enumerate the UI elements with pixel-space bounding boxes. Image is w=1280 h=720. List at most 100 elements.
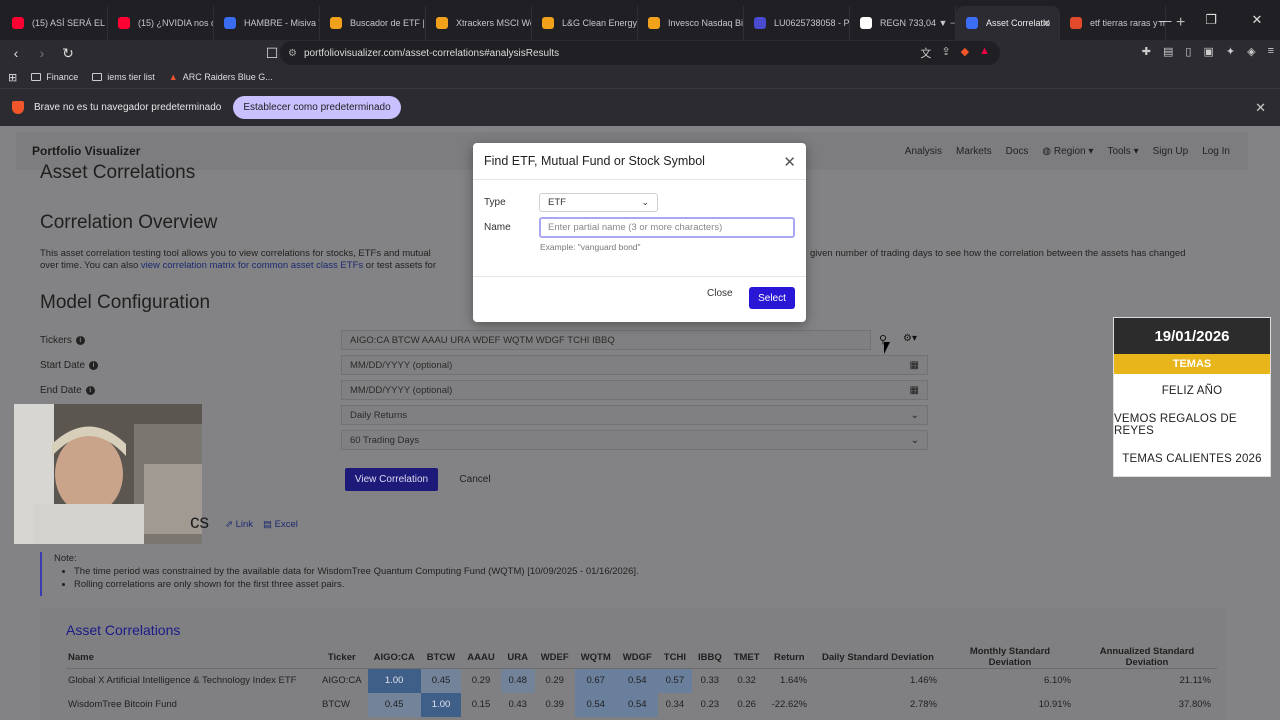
browser-tab[interactable]: Invesco Nasdaq Bio xyxy=(638,6,744,40)
returns-select[interactable]: Daily Returns ⌄ xyxy=(341,405,928,425)
value-cell: 0.34 xyxy=(665,699,685,710)
column-header[interactable]: BTCW xyxy=(420,646,462,669)
url-actions: 文 ⇪ ◆ ▲ xyxy=(920,45,990,61)
column-header[interactable]: Ticker xyxy=(316,646,368,669)
view-correlation-button[interactable]: View Correlation xyxy=(345,468,438,491)
nav-login[interactable]: Log In xyxy=(1202,146,1230,157)
value-cell: 6.10% xyxy=(1044,675,1071,687)
column-header[interactable]: TMET xyxy=(727,646,766,669)
menu-icon[interactable]: ≡ xyxy=(1268,45,1274,58)
ticker-settings-icon[interactable]: ⚙▾ xyxy=(903,333,917,344)
browser-tab[interactable]: (15) ¿NVIDIA nos de xyxy=(108,6,214,40)
window-select[interactable]: 60 Trading Days ⌄ xyxy=(341,430,928,450)
value-cell: 0.33 xyxy=(700,675,720,687)
leo-ai-icon[interactable]: ✦ xyxy=(1226,45,1235,58)
site-brand[interactable]: Portfolio Visualizer xyxy=(32,144,140,158)
column-header[interactable]: AIGO:CA xyxy=(367,646,421,669)
column-header[interactable]: WDEF xyxy=(534,646,575,669)
calendar-icon[interactable]: ▦ xyxy=(910,385,919,396)
column-header[interactable]: Return xyxy=(765,646,813,669)
restore-icon[interactable]: ❐ xyxy=(1188,0,1234,40)
browser-tab[interactable]: REGN 733,04 ▼ −1. xyxy=(850,6,956,40)
name-search-input[interactable]: Enter partial name (3 or more characters… xyxy=(539,217,795,238)
sidebar-icon[interactable]: ▯ xyxy=(1185,45,1191,58)
name-example: Example: "vanguard bond" xyxy=(540,242,641,252)
start-date-input[interactable]: MM/DD/YYYY (optional) ▦ xyxy=(341,355,928,375)
cancel-button[interactable]: Cancel xyxy=(452,468,498,491)
table-row: WisdomTree Bitcoin Fund BTCW 0.45 1.00 0.15 0… xyxy=(66,692,1217,717)
tickers-value: AIGO:CA BTCW AAAU URA WDEF WQTM WDGF TCH… xyxy=(350,334,615,346)
nav-tools-label: Tools xyxy=(1107,145,1131,157)
reload-icon[interactable]: ↻ xyxy=(58,45,78,62)
tab-search-icon[interactable]: ▤ xyxy=(1163,45,1173,58)
info-icon[interactable]: i xyxy=(89,361,99,370)
bookmark-arc-raiders[interactable]: ▲ ARC Raiders Blue G... xyxy=(169,72,273,82)
column-header[interactable]: IBBQ xyxy=(691,646,728,669)
column-header[interactable]: AAAU xyxy=(461,646,501,669)
end-date-input[interactable]: MM/DD/YYYY (optional) ▦ xyxy=(341,380,928,400)
browser-tab[interactable]: Xtrackers MSCI Wor xyxy=(426,6,532,40)
excel-button[interactable]: ▤ Excel xyxy=(263,519,298,530)
browser-tab[interactable]: LU0625738058 - Pic xyxy=(744,6,850,40)
tab-close-icon[interactable]: ✕ xyxy=(1042,17,1051,30)
minimize-icon[interactable]: — xyxy=(1142,0,1188,40)
browser-tab[interactable]: HAMBRE - Misiva V xyxy=(214,6,320,40)
nav-docs[interactable]: Docs xyxy=(1006,146,1029,157)
browser-tab[interactable]: Buscador de ETF | ju xyxy=(320,6,426,40)
column-header[interactable]: Monthly Standard Deviation xyxy=(942,646,1077,669)
tab-favicon-icon xyxy=(542,17,554,29)
nav-signup[interactable]: Sign Up xyxy=(1153,146,1189,157)
browser-tab[interactable]: (15) ASÍ SERÁ EL MU xyxy=(2,6,108,40)
brave-logo-icon xyxy=(12,101,24,114)
nav-tools[interactable]: Tools ▾ xyxy=(1107,146,1138,157)
column-header[interactable]: Name xyxy=(66,646,316,669)
tab-favicon-icon xyxy=(12,17,24,29)
value-cell: 0.48 xyxy=(500,668,535,693)
modal-select-button[interactable]: Select xyxy=(749,287,795,309)
url-field[interactable]: ⚙ portfoliovisualizer.com/asset-correlat… xyxy=(280,41,1000,65)
type-select[interactable]: ETF ⌄ xyxy=(539,193,658,212)
set-default-button[interactable]: Establecer como predeterminado xyxy=(233,96,401,119)
column-header[interactable]: WQTM xyxy=(574,646,617,669)
bookmark-iems[interactable]: iems tier list xyxy=(92,72,155,82)
vpn-icon[interactable]: ◈ xyxy=(1247,45,1255,58)
column-header[interactable]: WDGF xyxy=(616,646,658,669)
asset-name-cell[interactable]: WisdomTree Bitcoin Fund xyxy=(66,693,316,717)
nav-region[interactable]: ◍ Region ▾ xyxy=(1042,146,1093,157)
asset-name-cell[interactable]: Global X Artificial Intelligence & Techn… xyxy=(66,669,316,693)
browser-tab[interactable]: Asset Correlatio ✕ xyxy=(956,6,1060,40)
link-button[interactable]: ⇗ Link xyxy=(225,519,253,530)
back-icon[interactable]: ‹ xyxy=(6,45,26,61)
value-cell: 1.46% xyxy=(910,675,937,687)
site-info-icon[interactable]: ⚙ xyxy=(288,48,297,59)
translate-icon[interactable]: 文 xyxy=(920,45,931,61)
bookmark-icon[interactable]: ☐ xyxy=(262,45,282,62)
close-window-icon[interactable]: ✕ xyxy=(1234,0,1280,40)
browser-tab[interactable]: L&G Clean Energy U xyxy=(532,6,638,40)
tickers-input[interactable]: AIGO:CA BTCW AAAU URA WDEF WQTM WDGF TCH… xyxy=(341,330,871,350)
column-header[interactable]: Annualized Standard Deviation xyxy=(1076,646,1217,669)
wallet-icon[interactable]: ▣ xyxy=(1203,45,1213,58)
tab-favicon-icon xyxy=(966,17,978,29)
tickers-label: Tickers i xyxy=(40,335,85,346)
column-header[interactable]: Daily Standard Deviation xyxy=(812,646,943,669)
forward-icon[interactable]: › xyxy=(32,45,52,61)
share-icon[interactable]: ⇪ xyxy=(941,45,950,61)
info-icon[interactable]: i xyxy=(75,336,85,345)
infobar-close-icon[interactable]: ✕ xyxy=(1255,100,1266,116)
tab-label: Buscador de ETF | ju xyxy=(350,18,426,28)
info-icon[interactable]: i xyxy=(85,386,95,395)
extensions-icon[interactable]: ✚ xyxy=(1142,45,1151,58)
column-header[interactable]: URA xyxy=(500,646,535,669)
apps-icon[interactable]: ⊞ xyxy=(8,71,17,84)
bookmark-finance[interactable]: Finance xyxy=(31,72,78,82)
brave-shields-icon[interactable]: ◆ xyxy=(961,45,969,61)
common-etf-matrix-link[interactable]: view correlation matrix for common asset… xyxy=(141,260,363,271)
nav-analysis[interactable]: Analysis xyxy=(905,146,942,157)
modal-close-button[interactable]: Close xyxy=(707,288,733,299)
nav-markets[interactable]: Markets xyxy=(956,146,992,157)
brave-rewards-icon[interactable]: ▲ xyxy=(979,45,990,61)
calendar-icon[interactable]: ▦ xyxy=(910,360,919,371)
modal-close-icon[interactable]: ✕ xyxy=(783,153,796,171)
column-header[interactable]: TCHI xyxy=(657,646,692,669)
